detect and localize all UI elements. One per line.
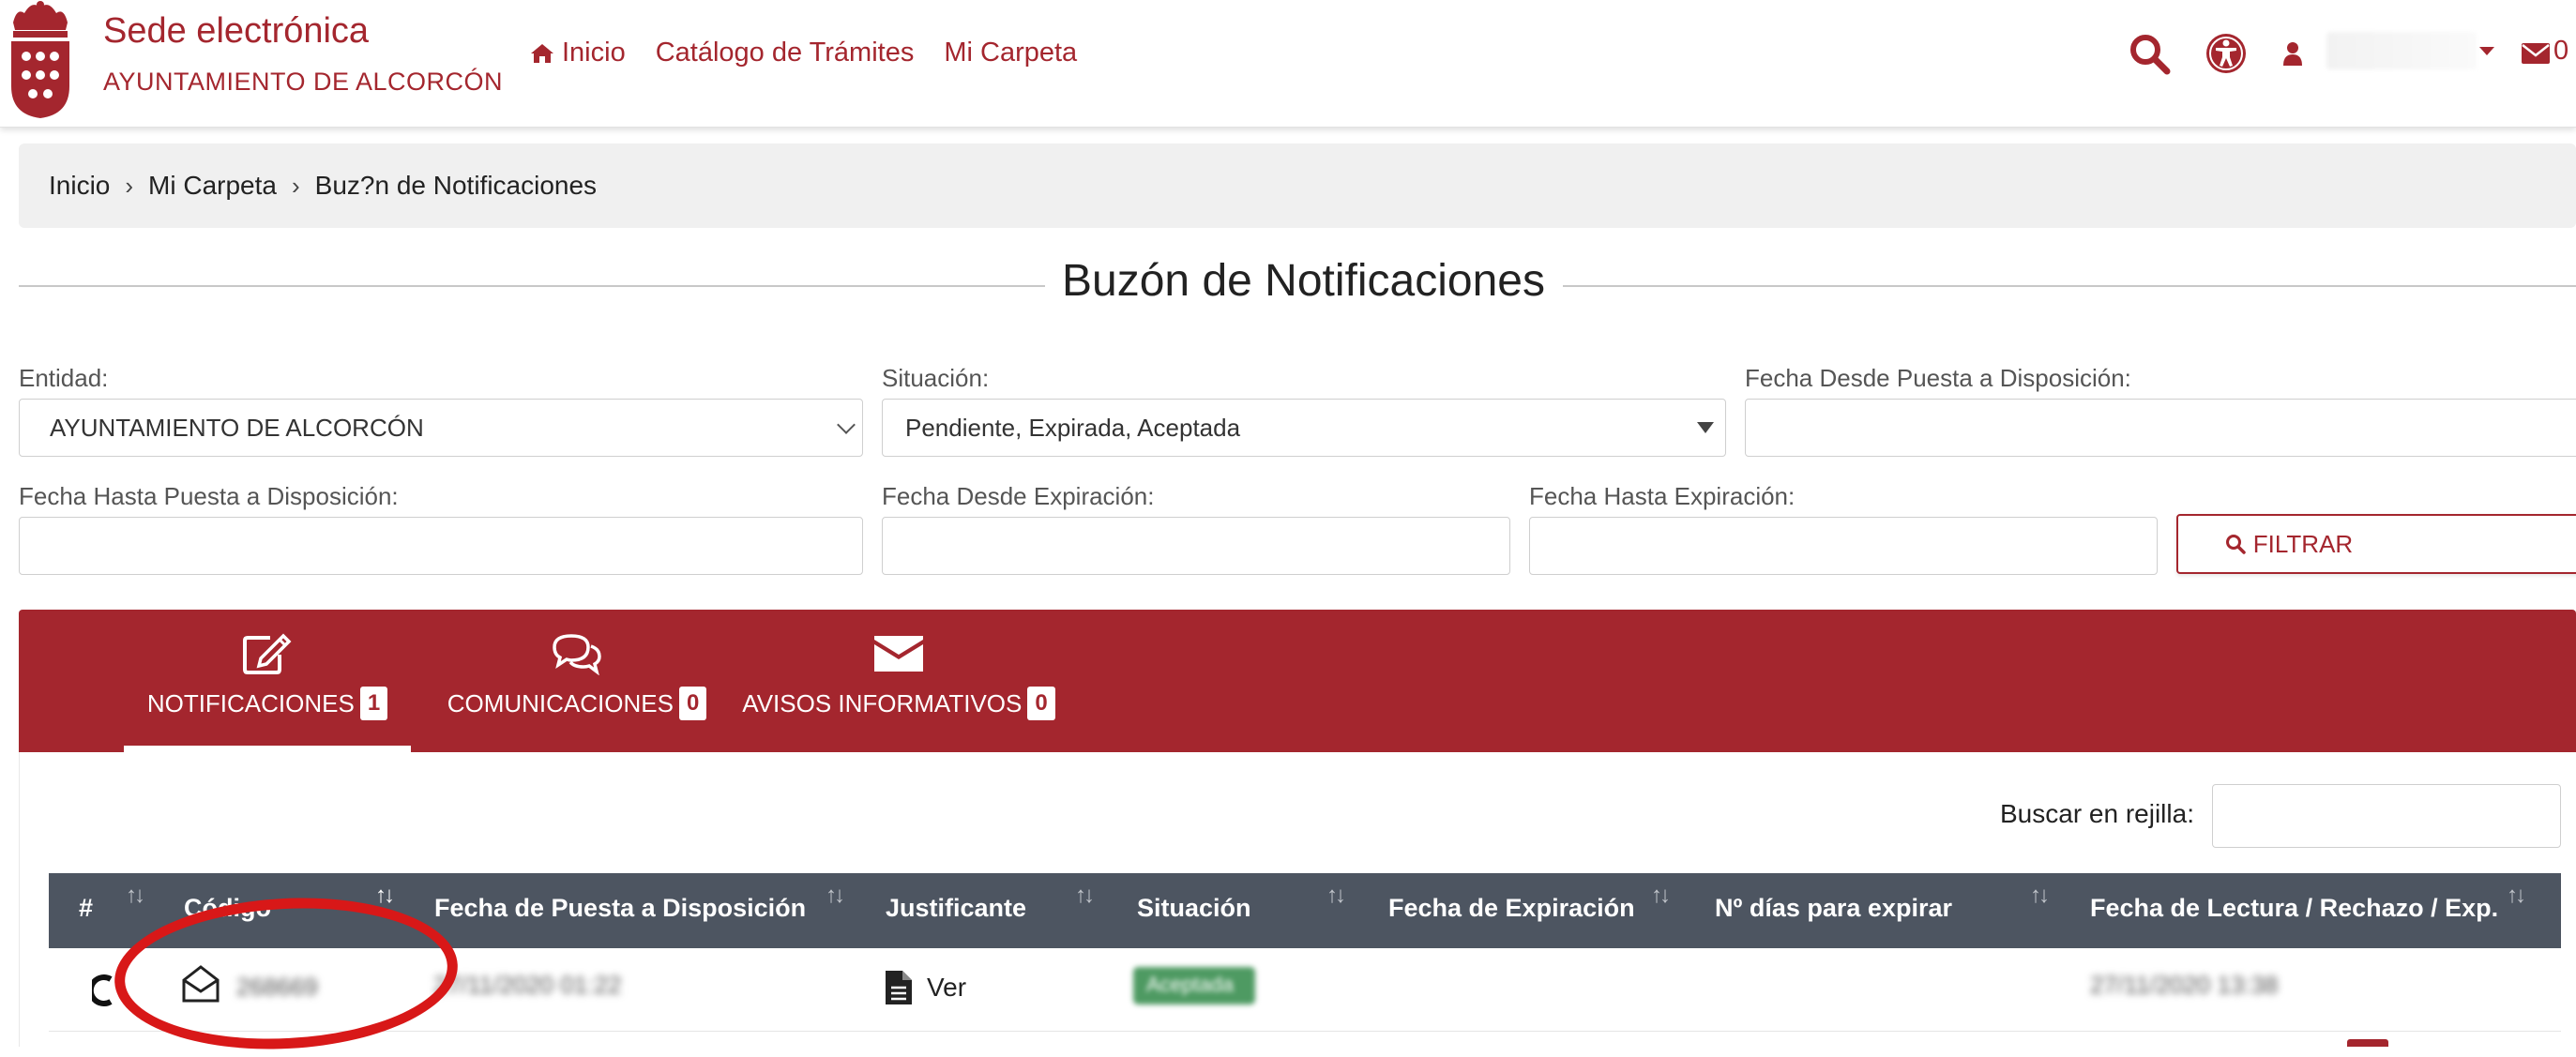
document-icon [886,971,912,1004]
fecha-hasta-expiracion-input[interactable] [1529,517,2158,575]
title-divider-right [1563,285,2576,287]
filter-button-label: FILTRAR [2252,529,2354,558]
situacion-select[interactable]: Pendiente, Expirada, Aceptada [882,399,1726,457]
grid-search-label: Buscar en rejilla: [2000,799,2194,828]
row-fecha-puesta: 27/11/2020 01:22 [433,971,622,999]
fecha-hasta-puesta-input[interactable] [19,517,863,575]
fecha-desde-expiracion-input[interactable] [882,517,1510,575]
col-fecha-lectura[interactable]: Fecha de Lectura / Rechazo / Exp. [2090,894,2498,923]
tab-comunicaciones[interactable]: COMUNICACIONES 0 [432,610,722,752]
col-fecha-puesta[interactable]: Fecha de Puesta a Disposición [434,894,806,923]
nav-mi-carpeta-label: Mi Carpeta [944,38,1078,68]
search-icon [2225,535,2246,554]
nav-catalogo-label: Catálogo de Trámites [655,38,915,68]
chevron-down-icon [837,415,856,434]
tab-avisos-label-row: AVISOS INFORMATIVOS 0 [742,687,1055,720]
grid-search-input[interactable] [2212,784,2561,848]
col-fecha-expiracion[interactable]: Fecha de Expiración [1388,894,1635,923]
chevron-right-icon: › [291,171,300,200]
envelope-icon [874,636,923,672]
table-header: # ↑↓ Código ↑↓ Fecha de Puesta a Disposi… [49,873,2561,948]
envelope-open-icon[interactable] [180,963,221,1004]
nav-inicio-label: Inicio [562,38,626,68]
sort-icon[interactable]: ↑↓ [1326,883,1346,909]
breadcrumb-inicio[interactable]: Inicio [49,171,110,201]
home-icon [531,43,553,63]
nav-catalogo[interactable]: Catálogo de Trámites [656,38,915,68]
title-divider-left [19,285,1045,287]
sort-icon[interactable]: ↑↓ [2030,883,2050,909]
tab-comunicaciones-count: 0 [678,687,707,720]
col-dias-expirar[interactable]: Nº días para expirar [1715,894,1952,923]
breadcrumb-mi-carpeta[interactable]: Mi Carpeta [148,171,277,201]
breadcrumb: Inicio › Mi Carpeta › Buz?n de Notificac… [19,143,2576,228]
caret-down-icon [1697,422,1714,433]
chevron-right-icon: › [125,171,134,200]
entidad-value: AYUNTAMIENTO DE ALCORCÓN [50,413,424,442]
justificante-label: Ver [927,973,967,1002]
tab-avisos-label: AVISOS INFORMATIVOS [742,688,1023,717]
sort-icon[interactable]: ↑↓ [2507,883,2526,909]
page-title-row: Buzón de Notificaciones [19,251,2576,317]
fecha-hasta-expiracion-label: Fecha Hasta Expiración: [1529,482,1796,510]
edit-icon [243,633,292,674]
tab-bar: NOTIFICACIONES 1 COMUNICACIONES 0 AVISOS… [19,610,2576,752]
site-title[interactable]: Sede electrónica [103,11,369,52]
situacion-label: Situación: [882,364,990,392]
col-situacion[interactable]: Situación [1137,894,1251,923]
fecha-hasta-puesta-label: Fecha Hasta Puesta a Disposición: [19,482,399,510]
entidad-label: Entidad: [19,364,109,392]
sort-icon[interactable]: ↑↓ [126,883,145,909]
sort-icon[interactable]: ↑↓ [375,883,395,909]
mail-count[interactable]: 0 [2553,36,2568,67]
fecha-desde-puesta-input[interactable] [1745,399,2576,457]
city-crest-logo[interactable] [4,0,77,120]
justificante-link[interactable]: Ver [884,969,966,1006]
table-row[interactable]: 268669 27/11/2020 01:22 Ver Aceptada 27/… [49,948,2561,1032]
status-badge: Aceptada [1133,967,1255,1004]
situacion-value: Pendiente, Expirada, Aceptada [905,413,1241,442]
user-icon[interactable] [2283,41,2302,66]
sort-icon[interactable]: ↑↓ [1651,883,1671,909]
tab-notificaciones-label: NOTIFICACIONES [146,688,355,717]
accessibility-icon[interactable] [2205,32,2248,75]
breadcrumb-current: Buz?n de Notificaciones [314,171,598,200]
pagination-edge[interactable] [2347,1039,2388,1047]
comments-icon [553,634,601,675]
sort-icon[interactable]: ↑↓ [826,883,845,909]
chevron-down-icon[interactable] [2479,47,2494,55]
filter-button[interactable]: FILTRAR [2176,514,2576,574]
page-title: Buzón de Notificaciones [1062,256,1545,306]
row-expand-icon[interactable] [92,974,113,1006]
tab-notificaciones-count: 1 [359,687,388,720]
nav-inicio[interactable]: Inicio [530,38,626,68]
tab-avisos-informativos[interactable]: AVISOS INFORMATIVOS 0 [739,610,1058,752]
col-justificante[interactable]: Justificante [886,894,1026,923]
entidad-select[interactable]: AYUNTAMIENTO DE ALCORCÓN [19,399,863,457]
row-codigo[interactable]: 268669 [236,973,318,1002]
col-codigo[interactable]: Código [184,894,271,923]
tab-avisos-count: 0 [1027,687,1055,720]
sort-icon[interactable]: ↑↓ [1075,883,1095,909]
tab-notificaciones-label-row: NOTIFICACIONES 1 [146,687,388,720]
envelope-icon[interactable] [2522,43,2550,64]
tab-comunicaciones-label-row: COMUNICACIONES 0 [447,687,707,720]
col-number[interactable]: # [79,894,93,923]
site-header: Sede electrónica AYUNTAMIENTO DE ALCORCÓ… [0,0,2576,128]
row-fecha-lectura: 27/11/2020 13:38 [2090,971,2279,999]
user-name-redacted[interactable] [2326,32,2477,69]
nav-mi-carpeta[interactable]: Mi Carpeta [944,38,1077,68]
fecha-desde-puesta-label: Fecha Desde Puesta a Disposición: [1745,364,2131,392]
search-icon[interactable] [2128,32,2171,75]
status-badge-label: Aceptada [1146,973,1234,996]
site-subtitle[interactable]: AYUNTAMIENTO DE ALCORCÓN [103,68,503,97]
tab-notificaciones[interactable]: NOTIFICACIONES 1 [124,610,411,752]
fecha-desde-expiracion-label: Fecha Desde Expiración: [882,482,1155,510]
main-nav: Inicio Catálogo de Trámites Mi Carpeta [530,38,1077,68]
tab-comunicaciones-label: COMUNICACIONES [447,688,674,717]
